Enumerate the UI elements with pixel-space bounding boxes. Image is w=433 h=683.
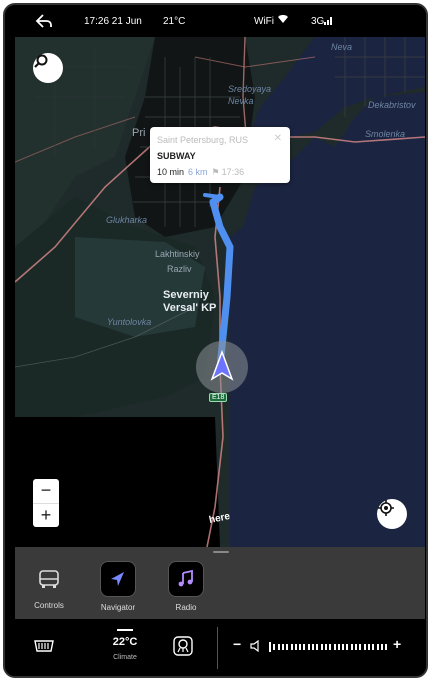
bar-divider (217, 627, 218, 669)
app-radio[interactable]: Radio (156, 561, 216, 612)
climate-indicator (117, 629, 133, 631)
map-label-sredoyaya-nevka: Sredoyaya Nevka (228, 84, 272, 106)
rear-defrost-icon[interactable] (33, 637, 55, 660)
wifi-label: WiFi (254, 16, 274, 27)
status-temperature: 21°C (163, 16, 186, 27)
volume-tick (376, 644, 379, 650)
volume-tick (355, 644, 357, 650)
volume-tick (316, 644, 319, 650)
volume-tick (320, 644, 323, 650)
app-navigator[interactable]: Navigator (88, 561, 148, 612)
map-label-pri: Pri (132, 127, 146, 139)
road-shield-e18: E18 (209, 393, 228, 402)
volume-tick (290, 644, 293, 650)
volume-tick (385, 644, 388, 650)
volume-tick (286, 644, 289, 650)
popup-place-name: SUBWAY (157, 151, 196, 161)
climate-temperature: 22°C (112, 636, 138, 648)
car-front-icon (32, 561, 66, 595)
popup-eta: 17:36 (221, 167, 245, 177)
bottom-control-bar: 22°C Climate − + (5, 619, 426, 676)
status-bar: 17:26 21 Jun 21°C WiFi 3G (5, 5, 426, 37)
app-label: Controls (34, 601, 64, 610)
volume-tick (346, 644, 349, 650)
volume-slider[interactable] (269, 642, 389, 652)
network-label: 3G (311, 16, 325, 27)
speaker-icon (250, 639, 262, 657)
volume-tick (294, 644, 297, 650)
volume-tick (281, 644, 284, 650)
flag-icon: ⚑ (211, 167, 220, 177)
volume-tick (277, 644, 280, 650)
volume-tick (273, 644, 276, 650)
close-icon[interactable]: ✕ (274, 133, 282, 144)
zoom-in-button[interactable]: + (33, 504, 59, 528)
device-frame: 17:26 21 Jun 21°C WiFi 3G Neva Sredoyaya… (3, 3, 428, 678)
volume-tick (299, 644, 302, 650)
volume-up-button[interactable]: + (393, 636, 401, 652)
volume-tick (372, 644, 375, 650)
volume-tick (337, 644, 340, 650)
volume-tick (350, 644, 353, 650)
map-canvas (15, 37, 425, 547)
volume-tick (367, 644, 370, 650)
volume-tick (329, 644, 332, 650)
map-label-neva: Neva (331, 42, 353, 52)
volume-tick (380, 644, 383, 650)
volume-down-button[interactable]: − (233, 636, 241, 652)
volume-tick (324, 644, 327, 650)
climate-button[interactable]: 22°C Climate (95, 629, 155, 661)
zoom-control: − + (33, 479, 59, 527)
volume-tick (303, 644, 306, 650)
app-controls[interactable]: Controls (19, 561, 79, 610)
popup-location: Saint Petersburg, RUS (157, 135, 249, 145)
map-label-smolenka: Smolenka (365, 129, 406, 139)
volume-tick (359, 644, 362, 650)
app-dock: Controls Navigator Radio (15, 547, 425, 619)
volume-tick (333, 644, 336, 650)
dock-handle[interactable] (213, 551, 229, 553)
map-label-lakhtinskiy: Lakhtinskiy (155, 249, 200, 259)
popup-distance: 6 km (188, 167, 208, 177)
back-arrow-icon[interactable] (35, 13, 53, 32)
popup-route-info: 10 min 6 km ⚑ 17:36 (157, 167, 244, 178)
heated-seat-icon[interactable] (171, 634, 195, 663)
wifi-icon (278, 14, 288, 27)
signal-icon (324, 16, 333, 28)
map-label-dekabristov: Dekabristov (368, 100, 416, 110)
map-view[interactable]: Neva Sredoyaya Nevka Dekabristov Smolenk… (15, 37, 425, 547)
popup-duration: 10 min (157, 167, 185, 177)
volume-control[interactable]: − + (233, 636, 403, 657)
map-label-razliv: Razliv (167, 264, 192, 274)
status-time-date: 17:26 21 Jun (84, 16, 142, 27)
map-label-yuntolovka: Yuntolovka (107, 317, 152, 327)
climate-label: Climate (113, 654, 137, 661)
app-label: Radio (175, 603, 197, 612)
app-label: Navigator (100, 603, 136, 612)
volume-tick (269, 642, 271, 652)
volume-tick (363, 644, 366, 650)
music-note-icon (168, 561, 204, 597)
map-label-severniy-versal: Severniy Versal' KP (163, 289, 217, 314)
navigation-arrow-icon (100, 561, 136, 597)
volume-tick (312, 644, 314, 650)
zoom-out-button[interactable]: − (33, 479, 59, 504)
volume-tick (307, 644, 310, 650)
recenter-button[interactable] (377, 499, 407, 529)
destination-popup[interactable]: Saint Petersburg, RUS ✕ SUBWAY 10 min 6 k… (150, 127, 290, 183)
map-label-glukharka: Glukharka (106, 215, 148, 225)
search-button[interactable] (33, 53, 63, 83)
volume-tick (342, 644, 345, 650)
